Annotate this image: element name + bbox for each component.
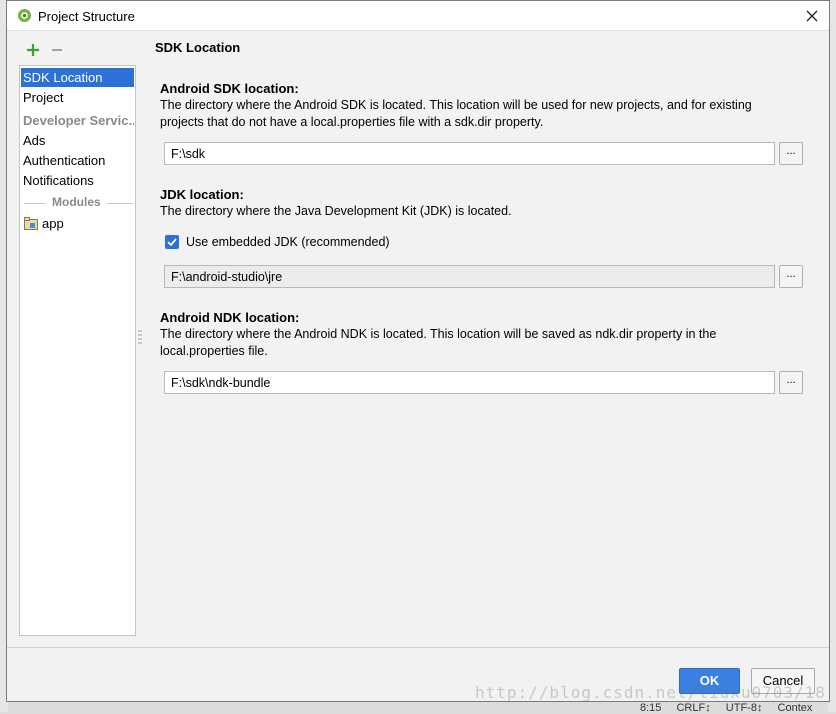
separator-line-left xyxy=(24,203,46,204)
sidebar: SDK Location Project Developer Servic...… xyxy=(19,65,136,636)
status-cursor-position[interactable]: 8:15 xyxy=(640,702,661,714)
sidebar-item-sdk-location[interactable]: SDK Location xyxy=(21,68,134,87)
splitter-grip-icon[interactable] xyxy=(138,329,142,345)
modules-separator: Modules xyxy=(24,194,133,212)
plus-icon xyxy=(27,44,39,56)
footer-divider xyxy=(7,647,829,648)
jdk-field[interactable]: F:\android-studio\jre xyxy=(164,265,775,288)
android-sdk-browse-button[interactable]: ... xyxy=(779,142,803,165)
android-sdk-label: Android SDK location: xyxy=(160,81,299,96)
jdk-label: JDK location: xyxy=(160,187,244,202)
separator-line-right xyxy=(107,203,133,204)
use-embedded-jdk-checkbox[interactable] xyxy=(165,235,179,249)
status-line-separator[interactable]: CRLF↕ xyxy=(676,702,710,714)
checkmark-icon xyxy=(167,238,177,247)
close-button[interactable] xyxy=(801,5,823,27)
android-ndk-field[interactable]: F:\sdk\ndk-bundle xyxy=(164,371,775,394)
window-title: Project Structure xyxy=(38,9,135,24)
sidebar-item-developer-services[interactable]: Developer Servic... xyxy=(21,111,134,130)
status-encoding[interactable]: UTF-8↕ xyxy=(726,702,763,714)
minus-icon xyxy=(52,49,62,51)
jdk-description: The directory where the Java Development… xyxy=(160,204,512,218)
android-sdk-field[interactable]: F:\sdk xyxy=(164,142,775,165)
android-sdk-description: The directory where the Android SDK is l… xyxy=(160,98,752,129)
module-folder-icon xyxy=(24,217,38,230)
close-icon xyxy=(806,10,818,22)
add-button[interactable] xyxy=(25,41,41,59)
sidebar-item-authentication[interactable]: Authentication xyxy=(21,151,134,170)
watermark: http://blog.csdn.net/liuxu0703/18 xyxy=(475,683,826,702)
modules-label: Modules xyxy=(52,195,101,209)
sidebar-item-app-label: app xyxy=(42,216,64,231)
status-context[interactable]: Contex xyxy=(778,702,813,714)
android-ndk-label: Android NDK location: xyxy=(160,310,300,325)
android-ndk-description: The directory where the Android NDK is l… xyxy=(160,327,717,358)
ide-status-bar: 8:15 CRLF↕ UTF-8↕ Contex xyxy=(640,702,824,714)
remove-button[interactable] xyxy=(49,41,65,59)
content-panel: SDK Location Android SDK location: The d… xyxy=(143,32,829,647)
sidebar-item-ads[interactable]: Ads xyxy=(21,131,134,150)
android-ndk-browse-button[interactable]: ... xyxy=(779,371,803,394)
android-studio-icon xyxy=(17,8,32,23)
section-title: SDK Location xyxy=(155,40,241,55)
sidebar-item-notifications[interactable]: Notifications xyxy=(21,171,134,190)
sidebar-item-app[interactable]: app xyxy=(21,214,134,233)
sidebar-item-project[interactable]: Project xyxy=(21,88,134,107)
project-structure-dialog: Project Structure SDK Location Project D… xyxy=(6,0,830,702)
title-bar: Project Structure xyxy=(7,1,829,31)
use-embedded-jdk-label[interactable]: Use embedded JDK (recommended) xyxy=(186,235,390,249)
jdk-browse-button[interactable]: ... xyxy=(779,265,803,288)
